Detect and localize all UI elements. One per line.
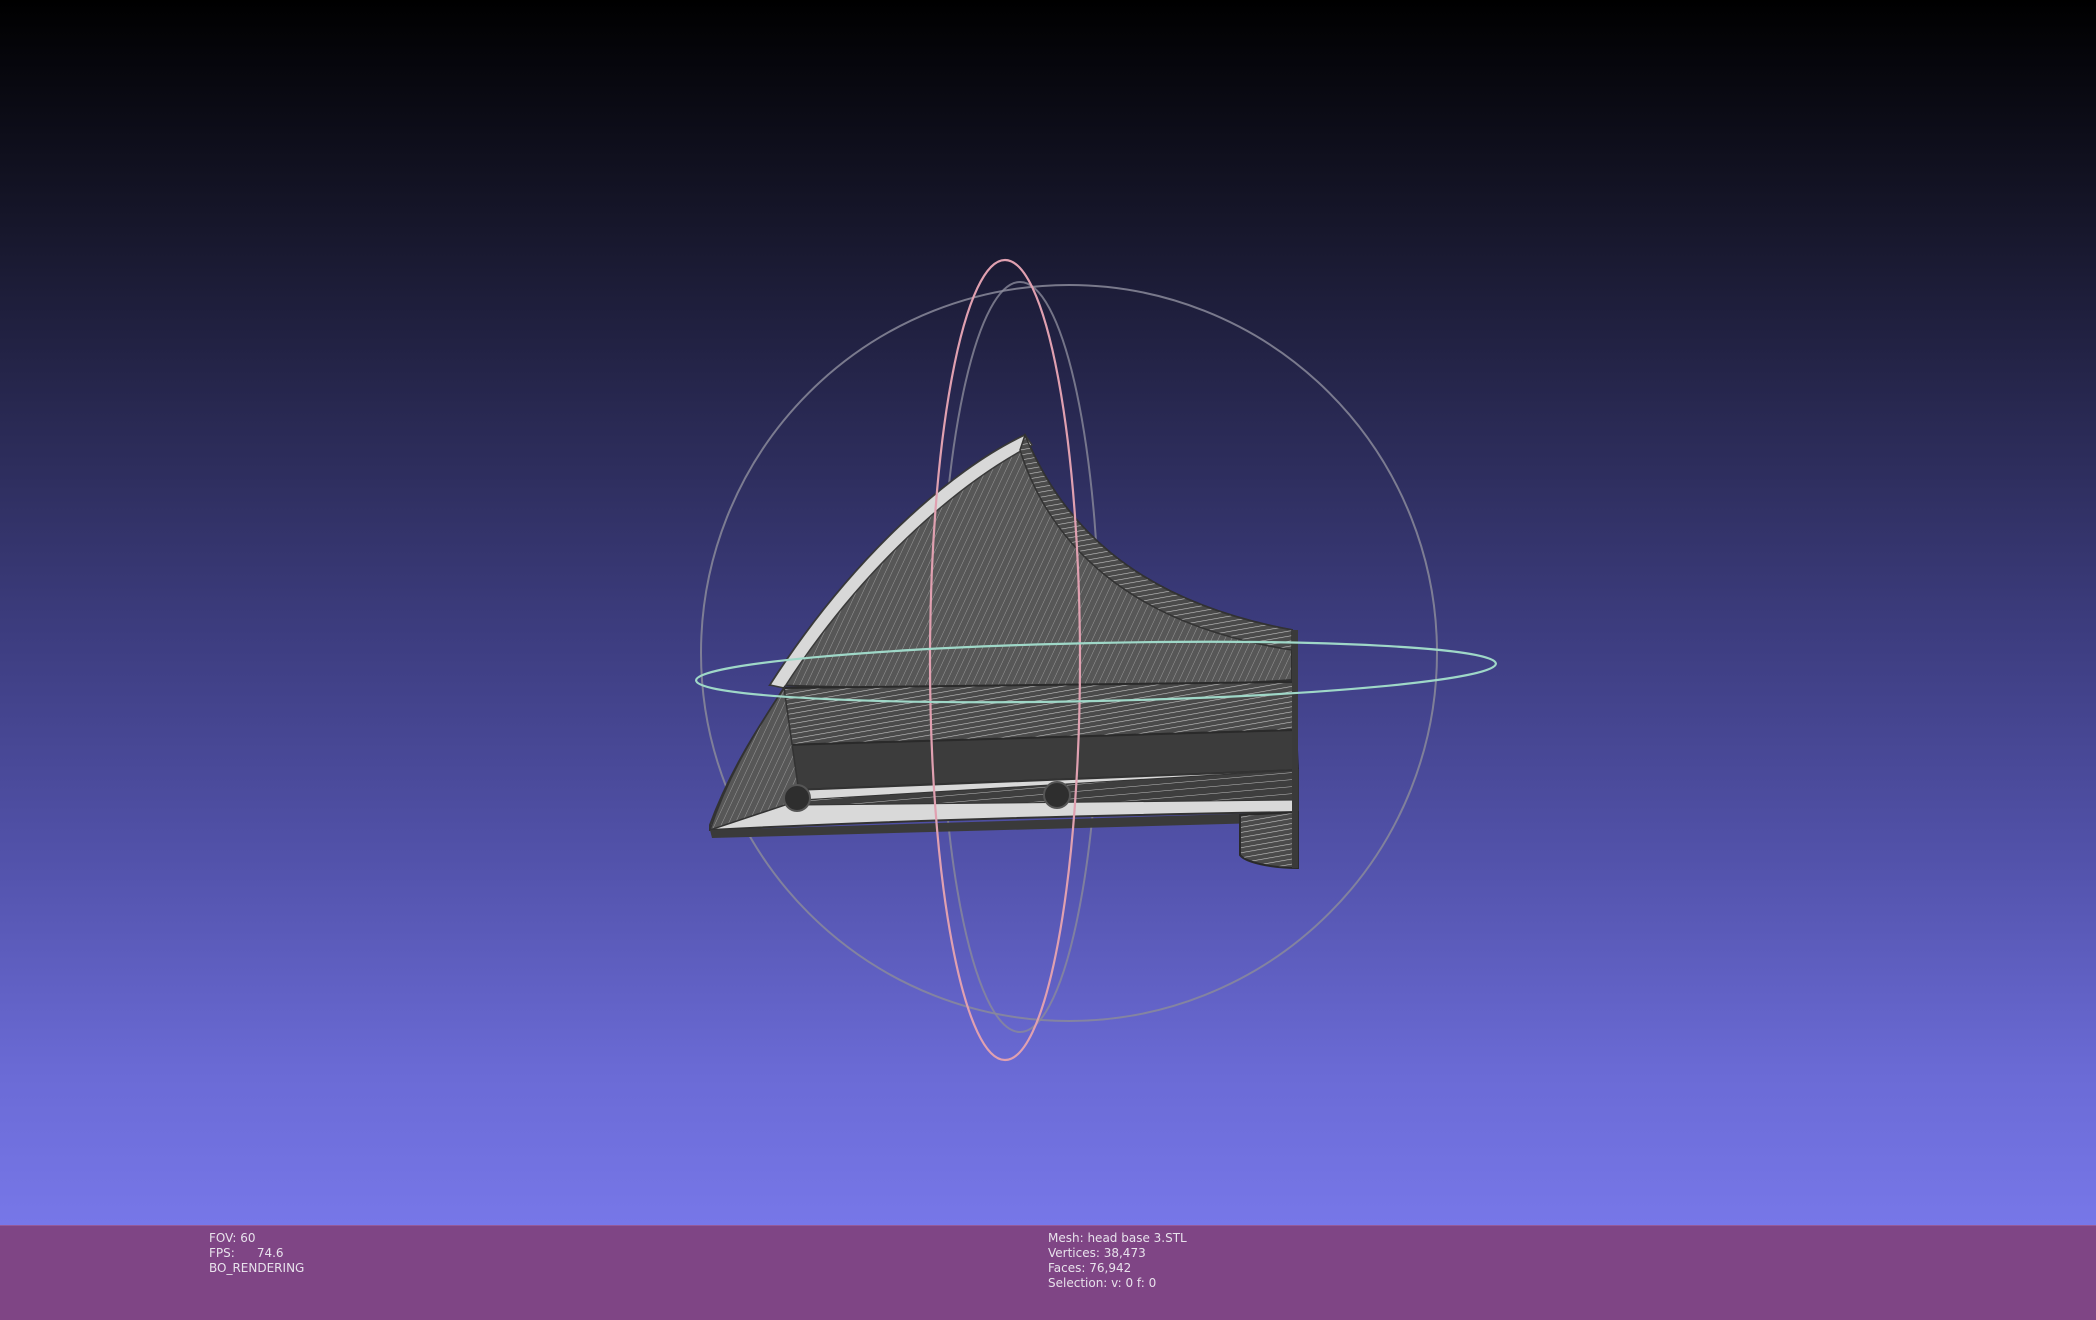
mesh-model[interactable] <box>708 432 1300 870</box>
fps-value: 74.6 <box>256 1246 284 1260</box>
fov-readout: FOV: 60 <box>209 1231 256 1245</box>
scene-canvas[interactable] <box>0 0 2096 1225</box>
mesh-right-tab <box>1239 810 1299 870</box>
mesh-right-edge <box>1292 630 1298 868</box>
mesh-hole-right <box>1043 781 1071 809</box>
fps-label: FPS: <box>209 1246 235 1260</box>
mesh-hole-left <box>783 784 811 812</box>
selection-readout: Selection: v: 0 f: 0 <box>1048 1276 1157 1290</box>
faces-readout: Faces: 76,942 <box>1048 1261 1132 1275</box>
render-info-panel: FOV: 60 FPS: 74.6 BO_RENDERING <box>209 1231 304 1276</box>
vertices-readout: Vertices: 38,473 <box>1048 1246 1146 1260</box>
3d-viewport[interactable] <box>0 0 2096 1225</box>
fps-readout: FPS: 74.6 <box>209 1246 304 1261</box>
status-info-bar: FOV: 60 FPS: 74.6 BO_RENDERING Mesh: head… <box>0 1225 2096 1320</box>
mesh-info-panel: Mesh: head base 3.STL Vertices: 38,473 F… <box>1048 1231 1187 1291</box>
render-mode-readout: BO_RENDERING <box>209 1261 305 1275</box>
mesh-name-readout: Mesh: head base 3.STL <box>1048 1231 1187 1245</box>
